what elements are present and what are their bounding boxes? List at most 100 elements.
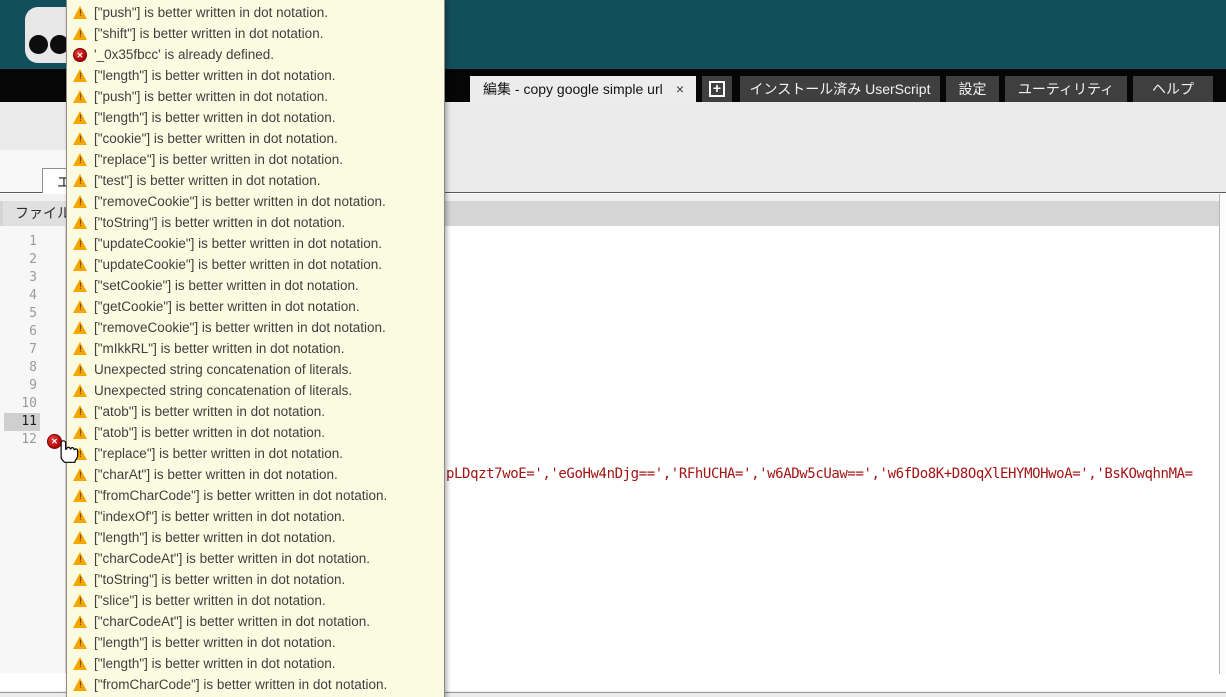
lint-message-text: '_0x35fbcc' is already defined.: [94, 47, 274, 62]
lint-message-text: ["removeCookie"] is better written in do…: [94, 194, 386, 209]
warning-icon: !: [73, 5, 88, 20]
warning-icon: !: [73, 236, 88, 251]
lint-message-row: ! ["charCodeAt"] is better written in do…: [73, 611, 436, 632]
lint-message-row: ! ["charAt"] is better written in dot no…: [73, 464, 436, 485]
lint-message-row: ! ["toString"] is better written in dot …: [73, 212, 436, 233]
lint-message-row: ! ["mIkkRL"] is better written in dot no…: [73, 338, 436, 359]
lint-message-text: ["charAt"] is better written in dot nota…: [94, 467, 338, 482]
lint-message-row: ! ["push"] is better written in dot nota…: [73, 2, 436, 23]
warning-icon: !: [73, 635, 88, 650]
line-number-8: 8: [0, 359, 40, 377]
warning-icon: !: [73, 593, 88, 608]
close-icon[interactable]: ×: [673, 76, 687, 102]
lint-message-text: ["push"] is better written in dot notati…: [94, 89, 328, 104]
lint-message-row: ! ["removeCookie"] is better written in …: [73, 317, 436, 338]
lint-message-row: ! ["length"] is better written in dot no…: [73, 107, 436, 128]
line-number-1: 1: [0, 233, 40, 251]
lint-message-row: ! ["replace"] is better written in dot n…: [73, 443, 436, 464]
lint-message-text: ["fromCharCode"] is better written in do…: [94, 677, 387, 692]
lint-message-text: ["atob"] is better written in dot notati…: [94, 425, 325, 440]
tab-installed-userscripts[interactable]: インストール済み UserScript: [740, 76, 940, 102]
lint-tooltip: ! ["push"] is better written in dot nota…: [66, 0, 445, 697]
lint-message-text: ["setCookie"] is better written in dot n…: [94, 278, 359, 293]
lint-message-row: ! ["shift"] is better written in dot not…: [73, 23, 436, 44]
lint-message-text: ["removeCookie"] is better written in do…: [94, 320, 386, 335]
line-number-12: 12: [0, 431, 40, 449]
lint-message-row: ! ["replace"] is better written in dot n…: [73, 149, 436, 170]
lint-message-text: ["test"] is better written in dot notati…: [94, 173, 320, 188]
lint-message-text: ["charCodeAt"] is better written in dot …: [94, 551, 370, 566]
lint-message-text: ["shift"] is better written in dot notat…: [94, 26, 323, 41]
lint-message-text: ["updateCookie"] is better written in do…: [94, 236, 382, 251]
lint-message-text: ["atob"] is better written in dot notati…: [94, 404, 325, 419]
lint-message-row: ! ["atob"] is better written in dot nota…: [73, 422, 436, 443]
warning-icon: !: [73, 488, 88, 503]
warning-icon: !: [73, 614, 88, 629]
lint-message-row: ! Unexpected string concatenation of lit…: [73, 380, 436, 401]
lint-message-text: ["length"] is better written in dot nota…: [94, 635, 335, 650]
new-script-button[interactable]: +: [702, 76, 732, 102]
warning-icon: !: [73, 677, 88, 692]
line-number-5: 5: [0, 305, 40, 323]
lint-message-row: ! ["fromCharCode"] is better written in …: [73, 674, 436, 695]
lint-message-row: ! ["updateCookie"] is better written in …: [73, 254, 436, 275]
lint-message-row: ! ["length"] is better written in dot no…: [73, 65, 436, 86]
lint-message-text: ["charCodeAt"] is better written in dot …: [94, 614, 370, 629]
line-number-3: 3: [0, 269, 40, 287]
lint-message-text: ["mIkkRL"] is better written in dot nota…: [94, 341, 344, 356]
warning-icon: !: [73, 278, 88, 293]
tab-utilities[interactable]: ユーティリティ: [1005, 76, 1127, 102]
line-number-4: 4: [0, 287, 40, 305]
lint-message-row: ! ["length"] is better written in dot no…: [73, 632, 436, 653]
lint-message-text: Unexpected string concatenation of liter…: [94, 362, 352, 377]
line-number-6: 6: [0, 323, 40, 341]
tab-edit-script-label: 編集 - copy google simple url: [483, 81, 663, 97]
lint-message-text: ["updateCookie"] is better written in do…: [94, 257, 382, 272]
warning-icon: !: [73, 341, 88, 356]
tab-edit-script[interactable]: 編集 - copy google simple url ×: [470, 76, 696, 102]
lint-message-row: ! ["toString"] is better written in dot …: [73, 569, 436, 590]
warning-icon: !: [73, 509, 88, 524]
warning-icon: !: [73, 173, 88, 188]
line-number-9: 9: [0, 377, 40, 395]
lint-message-row: ! ["slice"] is better written in dot not…: [73, 590, 436, 611]
line-number-7: 7: [0, 341, 40, 359]
warning-icon: !: [73, 68, 88, 83]
code-line-12[interactable]: pLDqzt7woE=','eGoHw4nDjg==','RFhUCHA=','…: [446, 466, 1193, 483]
lint-message-row: ! ["setCookie"] is better written in dot…: [73, 275, 436, 296]
warning-icon: !: [73, 530, 88, 545]
warning-icon: !: [73, 404, 88, 419]
vertical-scrollbar[interactable]: [1219, 194, 1226, 674]
lint-message-text: ["replace"] is better written in dot not…: [94, 446, 343, 461]
warning-icon: !: [73, 215, 88, 230]
line-number-11: 11: [4, 413, 40, 431]
lint-message-row: ! ["cookie"] is better written in dot no…: [73, 128, 436, 149]
warning-icon: !: [73, 89, 88, 104]
warning-icon: !: [73, 26, 88, 41]
lint-message-row: ! ["getCookie"] is better written in dot…: [73, 296, 436, 317]
lint-message-row: ! ["charCodeAt"] is better written in do…: [73, 548, 436, 569]
lint-message-row: ! ["length"] is better written in dot no…: [73, 527, 436, 548]
lint-message-row: ! ["removeCookie"] is better written in …: [73, 191, 436, 212]
tab-help[interactable]: ヘルプ: [1133, 76, 1213, 102]
warning-icon: !: [73, 320, 88, 335]
warning-icon: !: [73, 572, 88, 587]
warning-icon: !: [73, 110, 88, 125]
error-icon: ✕: [73, 47, 88, 62]
lint-message-row: ! ["indexOf"] is better written in dot n…: [73, 506, 436, 527]
lint-message-text: ["cookie"] is better written in dot nota…: [94, 131, 338, 146]
plus-icon: +: [709, 81, 725, 97]
lint-message-text: ["push"] is better written in dot notati…: [94, 5, 328, 20]
lint-message-row: ! ["push"] is better written in dot nota…: [73, 86, 436, 107]
lint-message-text: ["toString"] is better written in dot no…: [94, 572, 345, 587]
tab-settings[interactable]: 設定: [946, 76, 999, 102]
lint-message-row: ✕ '_0x35fbcc' is already defined.: [73, 44, 436, 65]
warning-icon: !: [73, 257, 88, 272]
warning-icon: !: [73, 383, 88, 398]
tampermonkey-editor-page: 編集 - copy google simple url × + インストール済み…: [0, 0, 1226, 697]
lint-message-text: ["toString"] is better written in dot no…: [94, 215, 345, 230]
lint-message-text: ["length"] is better written in dot nota…: [94, 656, 335, 671]
lint-message-text: Unexpected string concatenation of liter…: [94, 383, 352, 398]
lint-message-text: ["slice"] is better written in dot notat…: [94, 593, 326, 608]
warning-icon: !: [73, 194, 88, 209]
